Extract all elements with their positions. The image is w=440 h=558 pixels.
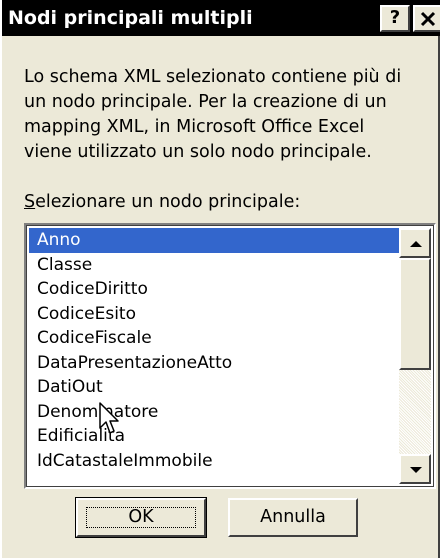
close-icon — [420, 11, 436, 27]
multiple-root-nodes-dialog: Nodi principali multipli ? Lo schema XML… — [0, 0, 440, 558]
list-item[interactable]: Classe — [29, 253, 399, 278]
accelerator-key: S — [24, 192, 36, 212]
description-line: viene utilizzato un solo nodo principale… — [24, 142, 372, 162]
description-line: un nodo principale. Per la creazione di … — [24, 92, 387, 112]
list-item[interactable]: Denominatore — [29, 400, 399, 425]
help-button[interactable]: ? — [380, 5, 410, 32]
list-item[interactable]: IdCatastaleImmobile — [29, 449, 399, 474]
dialog-description: Lo schema XML selezionato contiene più d… — [24, 65, 440, 165]
description-line: mapping XML, in Microsoft Office Excel — [24, 117, 365, 137]
dialog-title: Nodi principali multipli — [8, 7, 253, 29]
close-button[interactable] — [413, 5, 440, 32]
arrow-down-icon — [410, 467, 422, 473]
cancel-button[interactable]: Annulla — [228, 498, 358, 537]
list-item-selected[interactable]: Anno — [29, 228, 399, 253]
root-node-listbox[interactable]: Anno Classe CodiceDiritto CodiceEsito Co… — [24, 223, 436, 489]
scroll-down-button[interactable] — [399, 454, 431, 484]
description-line: Lo schema XML selezionato contiene più d… — [24, 67, 402, 87]
list-item[interactable]: DatiOut — [29, 375, 399, 400]
list-item[interactable]: DataPresentazioneAtto — [29, 351, 399, 376]
vertical-scrollbar[interactable] — [399, 228, 431, 484]
title-bar[interactable]: Nodi principali multipli ? — [2, 0, 440, 36]
scrollbar-thumb[interactable] — [399, 258, 431, 370]
list-item[interactable]: CodiceEsito — [29, 302, 399, 327]
list-items: Anno Classe CodiceDiritto CodiceEsito Co… — [29, 228, 399, 473]
root-node-list-label: Selezionare un nodo principale: — [24, 190, 300, 215]
help-icon: ? — [389, 7, 401, 28]
arrow-up-icon — [410, 241, 422, 247]
cancel-label: Annulla — [260, 507, 326, 527]
mouse-pointer-icon — [99, 402, 119, 434]
ok-button[interactable]: OK — [75, 497, 207, 538]
list-item[interactable]: CodiceDiritto — [29, 277, 399, 302]
label-text: elezionare un nodo principale: — [35, 192, 301, 212]
scroll-up-button[interactable] — [399, 228, 431, 258]
list-item[interactable]: CodiceFiscale — [29, 326, 399, 351]
focus-rectangle — [86, 507, 196, 528]
list-item[interactable]: Edificialita — [29, 424, 399, 449]
